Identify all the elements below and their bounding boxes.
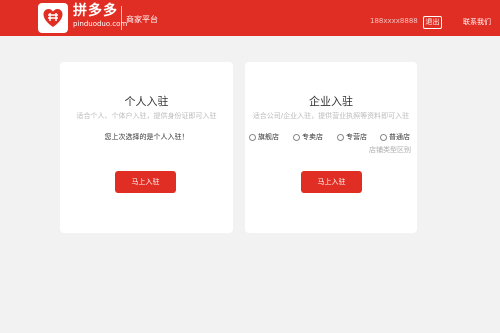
store-type-option-general[interactable]: 普通店 xyxy=(380,133,410,142)
radio-circle-icon xyxy=(249,134,256,141)
radio-circle-icon xyxy=(380,134,387,141)
logo-domain: pinduoduo.com xyxy=(73,20,128,28)
store-type-label: 普通店 xyxy=(389,133,410,141)
store-type-option-exclusive[interactable]: 专卖店 xyxy=(293,133,323,142)
personal-enter-button[interactable]: 马上入驻 xyxy=(115,171,176,193)
personal-entry-title: 个人入驻 xyxy=(124,95,169,108)
store-type-radio-group: 旗舰店 专卖店 专营店 普通店 xyxy=(249,133,415,143)
store-type-label: 旗舰店 xyxy=(258,133,279,141)
last-choice-notice: 您上次选择的是个人入驻！ xyxy=(104,133,189,141)
store-type-option-specialty[interactable]: 专营店 xyxy=(337,133,367,142)
store-type-option-flagship[interactable]: 旗舰店 xyxy=(249,133,279,142)
store-type-label: 专营店 xyxy=(346,133,367,141)
radio-circle-icon xyxy=(293,134,300,141)
contact-us-link[interactable]: 联系我们 xyxy=(463,18,491,27)
enterprise-entry-card: 企业入驻 适合公司/企业入驻，提供营业执照等资料即可入驻 旗舰店 专卖店 专营店… xyxy=(245,62,417,233)
header-divider xyxy=(121,6,122,30)
top-navigation-bar: 拼多多 pinduoduo.com 商家平台 188xxxx8888 退出 联系… xyxy=(0,0,500,36)
enterprise-entry-description: 适合公司/企业入驻，提供营业执照等资料即可入驻 xyxy=(252,112,410,120)
store-type-label: 专卖店 xyxy=(302,133,323,141)
personal-entry-description: 适合个人、个体户入驻，提供身份证即可入驻 xyxy=(76,112,217,120)
logout-button[interactable]: 退出 xyxy=(423,16,442,29)
platform-subtitle: 商家平台 xyxy=(126,15,158,24)
user-account-name: 188xxxx8888 xyxy=(370,17,418,25)
enterprise-entry-title: 企业入驻 xyxy=(309,95,353,108)
enterprise-enter-button[interactable]: 马上入驻 xyxy=(301,171,362,193)
personal-entry-card: 个人入驻 适合个人、个体户入驻，提供身份证即可入驻 您上次选择的是个人入驻！ 马… xyxy=(60,62,233,233)
radio-circle-icon xyxy=(337,134,344,141)
logo-title: 拼多多 xyxy=(73,3,118,19)
store-type-difference-link[interactable]: 店铺类型区别 xyxy=(369,146,411,155)
pinduoduo-logo-icon xyxy=(38,3,68,33)
logo[interactable]: 拼多多 pinduoduo.com xyxy=(38,3,127,33)
